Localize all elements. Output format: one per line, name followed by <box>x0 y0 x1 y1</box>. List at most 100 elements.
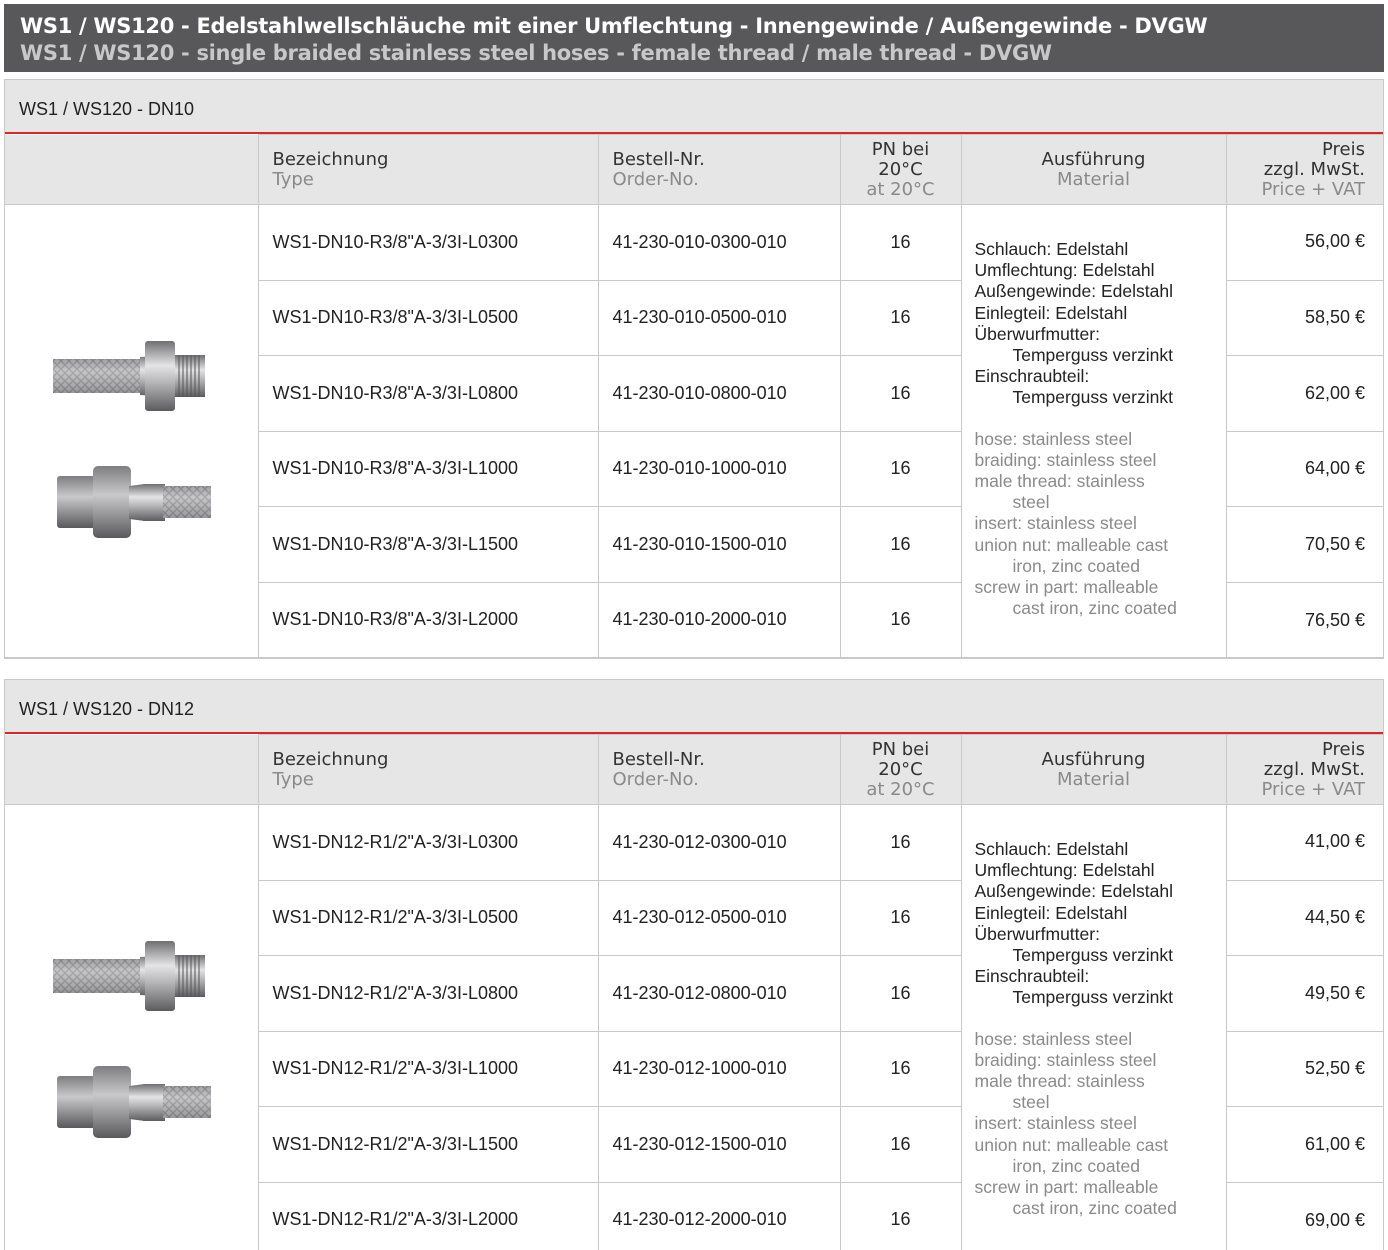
banner-title-en: WS1 / WS120 - single braided stainless s… <box>20 41 1052 65</box>
order-number-cell: 41-230-010-0300-010 <box>597 204 841 281</box>
header-material: Ausführung Material <box>960 734 1227 805</box>
header-pn-en: at 20°C <box>866 778 935 800</box>
header-price: Preis zzgl. MwSt. Price + VAT <box>1225 134 1383 205</box>
order-number-cell: 41-230-012-2000-010 <box>597 1181 841 1250</box>
header-type: Bezeichnung Type <box>257 134 599 205</box>
material-en: hose: stainless steel braiding: stainless… <box>975 429 1218 620</box>
header-pn: PN bei 20°C at 20°C <box>839 734 962 805</box>
header-type: Bezeichnung Type <box>257 734 599 805</box>
header-image-cell <box>5 734 259 805</box>
material-de-line: Einlegteil: Edelstahl <box>974 902 1128 923</box>
header-type-de: Bezeichnung <box>272 148 389 170</box>
page-banner: WS1 / WS120 - Edelstahlwellschläuche mit… <box>4 4 1384 72</box>
material-en-line: union nut: malleable cast <box>974 1134 1169 1155</box>
order-number-cell: 41-230-012-0500-010 <box>597 879 841 956</box>
material-en: hose: stainless steel braiding: stainless… <box>975 1029 1218 1220</box>
material-en-line: cast iron, zinc coated <box>1012 598 1177 619</box>
material-de-line: Temperguss verzinkt <box>1012 387 1173 408</box>
section-title: WS1 / WS120 - DN12 <box>5 680 1383 734</box>
material-de-line: Einschraubteil: <box>974 966 1090 987</box>
product-table: Bezeichnung Type Bestell-Nr. Order-No. PN … <box>5 134 1383 658</box>
product-image-cell <box>5 204 259 658</box>
product-section-1: WS1 / WS120 - DN10 Bezeichnung Type Beste… <box>4 79 1384 659</box>
header-mat-en: Material <box>1056 168 1131 190</box>
material-de-line: Temperguss verzinkt <box>1012 987 1173 1008</box>
product-image <box>5 881 260 1181</box>
material-en-line: iron, zinc coated <box>1012 555 1140 576</box>
price-cell: 52,50 € <box>1225 1030 1383 1107</box>
header-image-cell <box>5 134 259 205</box>
pressure-cell: 16 <box>839 1106 962 1183</box>
material-en-line: male thread: stainless <box>974 471 1145 492</box>
material-de-line: Überwurfmutter: <box>974 923 1100 944</box>
order-number-cell: 41-230-010-1000-010 <box>597 430 841 507</box>
material-de-line: Außengewinde: Edelstahl <box>974 281 1173 302</box>
material-en-line: screw in part: malleable <box>974 577 1159 598</box>
material-en-line: union nut: malleable cast <box>974 534 1169 555</box>
price-cell: 64,00 € <box>1225 430 1383 507</box>
header-pn-en: at 20°C <box>866 178 935 200</box>
type-cell: WS1-DN12-R1/2"A-3/3I-L0500 <box>258 879 599 956</box>
header-price-en: Price + VAT <box>1261 778 1365 800</box>
header-order-en: Order-No. <box>612 168 699 190</box>
header-mat-en: Material <box>1056 768 1131 790</box>
header-price-de-1: Preis <box>1322 738 1365 760</box>
type-cell: WS1-DN10-R3/8"A-3/3I-L1000 <box>258 430 599 507</box>
header-order-en: Order-No. <box>612 768 699 790</box>
material-en-line: braiding: stainless steel <box>974 449 1157 470</box>
header-price-de-2: zzgl. MwSt. <box>1263 758 1365 780</box>
header-pn-de-2: 20°C <box>878 158 923 180</box>
header-order-de: Bestell-Nr. <box>612 148 705 170</box>
price-cell: 58,50 € <box>1225 279 1383 356</box>
header-material: Ausführung Material <box>960 134 1227 205</box>
type-cell: WS1-DN10-R3/8"A-3/3I-L0500 <box>258 279 599 356</box>
material-de: Schlauch: Edelstahl Umflechtung: Edelstah… <box>975 239 1218 409</box>
order-number-cell: 41-230-012-0300-010 <box>597 804 841 881</box>
material-de-line: Schlauch: Edelstahl <box>974 239 1129 259</box>
section-title: WS1 / WS120 - DN10 <box>5 80 1383 134</box>
material-en-line: cast iron, zinc coated <box>1012 1198 1177 1219</box>
pressure-cell: 16 <box>839 804 962 881</box>
header-mat-de: Ausführung <box>1041 748 1146 770</box>
table-header-row: Bezeichnung Type Bestell-Nr. Order-No. PN … <box>5 734 1383 805</box>
material-cell: Schlauch: Edelstahl Umflechtung: Edelstah… <box>960 204 1227 658</box>
header-order-de: Bestell-Nr. <box>612 748 705 770</box>
hose-fitting-image <box>53 341 211 538</box>
material-de-line: Außengewinde: Edelstahl <box>974 881 1173 902</box>
material-en-line: steel <box>1012 1092 1050 1113</box>
type-cell: WS1-DN12-R1/2"A-3/3I-L0300 <box>257 804 599 881</box>
type-cell: WS1-DN12-R1/2"A-3/3I-L2000 <box>258 1181 599 1250</box>
material-cell: Schlauch: Edelstahl Umflechtung: Edelstah… <box>960 804 1227 1250</box>
type-cell: WS1-DN12-R1/2"A-3/3I-L0800 <box>258 955 599 1032</box>
material-de-line: Überwurfmutter: <box>974 323 1100 344</box>
pressure-cell: 16 <box>839 430 962 507</box>
header-type-en: Type <box>272 768 314 790</box>
price-cell: 62,00 € <box>1225 355 1383 432</box>
pressure-cell: 16 <box>839 355 962 432</box>
material-de-line: Einschraubteil: <box>974 366 1090 387</box>
material-en-line: insert: stainless steel <box>974 1113 1137 1134</box>
pressure-cell: 16 <box>839 955 962 1032</box>
product-image-cell <box>5 804 260 1250</box>
material-en-line: insert: stainless steel <box>974 513 1137 534</box>
price-cell: 41,00 € <box>1225 804 1383 881</box>
price-cell: 56,00 € <box>1225 204 1383 281</box>
material-en-line: hose: stainless steel <box>974 428 1133 449</box>
material-de-line: Einlegteil: Edelstahl <box>974 302 1128 323</box>
product-table: Bezeichnung Type Bestell-Nr. Order-No. PN … <box>5 734 1383 1250</box>
header-type-en: Type <box>272 168 314 190</box>
type-cell: WS1-DN12-R1/2"A-3/3I-L1500 <box>258 1106 599 1183</box>
header-pn-de-1: PN bei <box>871 138 930 160</box>
header-type-de: Bezeichnung <box>272 748 389 770</box>
header-pn-de-2: 20°C <box>878 758 923 780</box>
price-cell: 44,50 € <box>1225 879 1383 956</box>
price-cell: 70,50 € <box>1225 506 1383 583</box>
header-price-en: Price + VAT <box>1261 178 1365 200</box>
material-de-line: Temperguss verzinkt <box>1012 345 1173 366</box>
material-de: Schlauch: Edelstahl Umflechtung: Edelstah… <box>975 839 1218 1009</box>
table-row: WS1-DN12-R1/2"A-3/3I-L0300 41-230-012-030… <box>5 804 1383 1250</box>
material-en-line: iron, zinc coated <box>1012 1155 1140 1176</box>
order-number-cell: 41-230-010-1500-010 <box>597 506 841 583</box>
material-en-line: braiding: stainless steel <box>974 1049 1157 1070</box>
type-cell: WS1-DN10-R3/8"A-3/3I-L0800 <box>258 355 599 432</box>
